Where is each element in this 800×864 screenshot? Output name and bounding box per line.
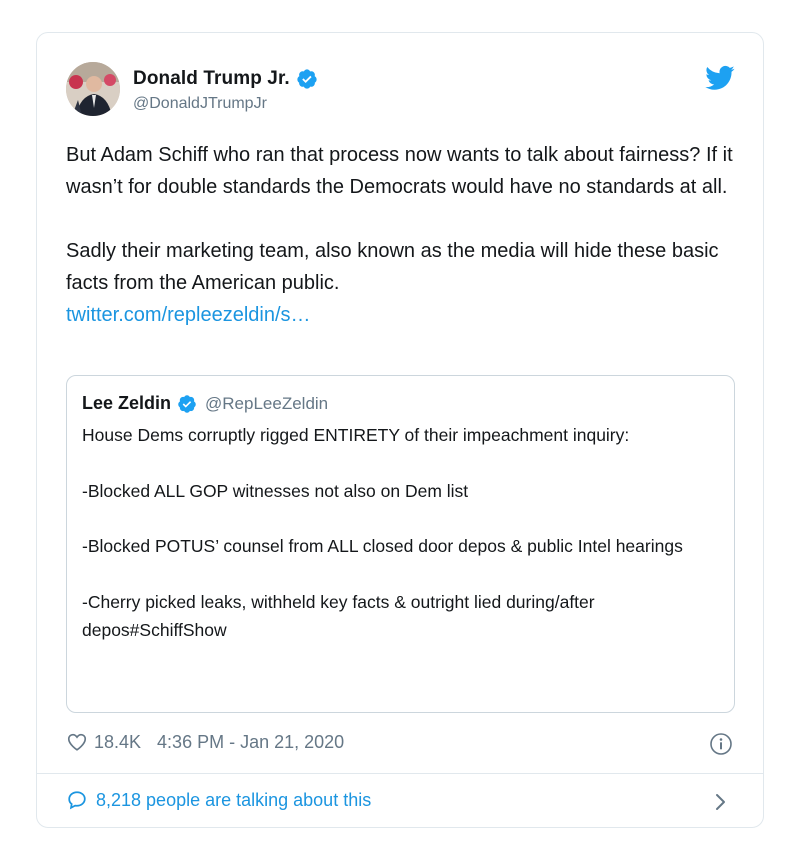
author-name-row[interactable]: Donald Trump Jr. [133,68,318,90]
author-display-name[interactable]: Donald Trump Jr. [133,68,290,90]
tweet-meta: 18.4K 4:36 PM - Jan 21, 2020 [66,731,344,753]
tweet-body: But Adam Schiff who ran that process now… [66,139,746,331]
divider [37,773,763,774]
info-icon[interactable] [709,732,733,756]
author-avatar[interactable] [66,62,120,116]
quoted-author-name: Lee Zeldin [82,393,172,413]
author-handle[interactable]: @DonaldJTrumpJr [133,95,267,113]
tweet-paragraph-1: But Adam Schiff who ran that process now… [66,144,739,198]
avatar-photo-icon [66,62,120,116]
verified-badge-icon [178,394,196,413]
chevron-right-icon[interactable] [713,791,729,813]
tweet-timestamp[interactable]: 4:36 PM - Jan 21, 2020 [157,732,344,753]
quoted-tweet[interactable]: Lee Zeldin @RepLeeZeldin House Dems corr… [66,375,735,713]
embedded-tweet-card: Donald Trump Jr. @DonaldJTrumpJr But Ada… [36,32,764,828]
quoted-tweet-header: Lee Zeldin @RepLeeZeldin [82,393,328,414]
conversation-link[interactable]: 8,218 people are talking about this [66,789,371,811]
verified-badge-icon [297,69,317,89]
heart-icon[interactable] [66,731,88,753]
comment-bubble-icon [68,791,86,810]
quoted-author-handle: @RepLeeZeldin [205,393,329,413]
tweet-paragraph-2: Sadly their marketing team, also known a… [66,240,725,294]
twitter-bird-icon[interactable] [705,63,735,93]
quoted-tweet-body: House Dems corruptly rigged ENTIRETY of … [82,425,683,640]
talking-count-text[interactable]: 8,218 people are talking about this [96,790,371,811]
like-count[interactable]: 18.4K [94,732,141,753]
tweet-link[interactable]: twitter.com/repleezeldin/s… [66,304,311,326]
